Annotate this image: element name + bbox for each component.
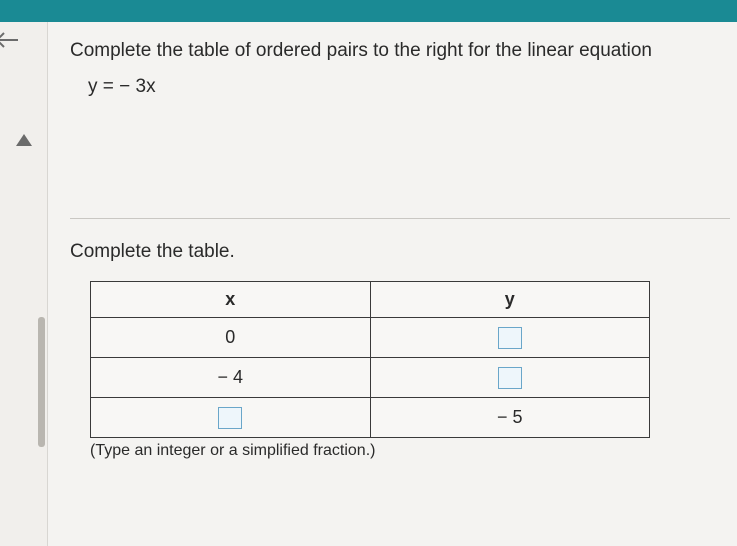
- table-row: − 4: [91, 358, 650, 398]
- answer-format-hint: (Type an integer or a simplified fractio…: [90, 442, 737, 460]
- problem-instruction: Complete the table of ordered pairs to t…: [70, 40, 737, 62]
- cell-x-0: 0: [91, 318, 371, 358]
- content-area: Complete the table of ordered pairs to t…: [48, 22, 737, 546]
- ordered-pairs-table: x y 0 − 4 − 5: [90, 281, 737, 438]
- problem-equation: y = − 3x: [88, 76, 737, 98]
- section-label: Complete the table.: [70, 241, 737, 263]
- table-row: 0: [91, 318, 650, 358]
- cell-x-1: − 4: [91, 358, 371, 398]
- table-row: − 5: [91, 398, 650, 438]
- column-header-y: y: [370, 282, 650, 318]
- nav-icon-partial: [0, 26, 22, 59]
- cell-y-1: [370, 358, 650, 398]
- table-header-row: x y: [91, 282, 650, 318]
- cell-x-2: [91, 398, 371, 438]
- answer-input[interactable]: [498, 327, 522, 349]
- left-gutter: [0, 22, 48, 546]
- cell-y-2: − 5: [370, 398, 650, 438]
- page-body: Complete the table of ordered pairs to t…: [0, 22, 737, 546]
- scroll-up-button[interactable]: [14, 132, 34, 148]
- answer-input[interactable]: [218, 407, 242, 429]
- cell-y-0: [370, 318, 650, 358]
- answer-input[interactable]: [498, 367, 522, 389]
- column-header-x: x: [91, 282, 371, 318]
- window-titlebar: [0, 0, 737, 22]
- progress-indicator: [38, 317, 45, 447]
- section-divider: [70, 218, 730, 219]
